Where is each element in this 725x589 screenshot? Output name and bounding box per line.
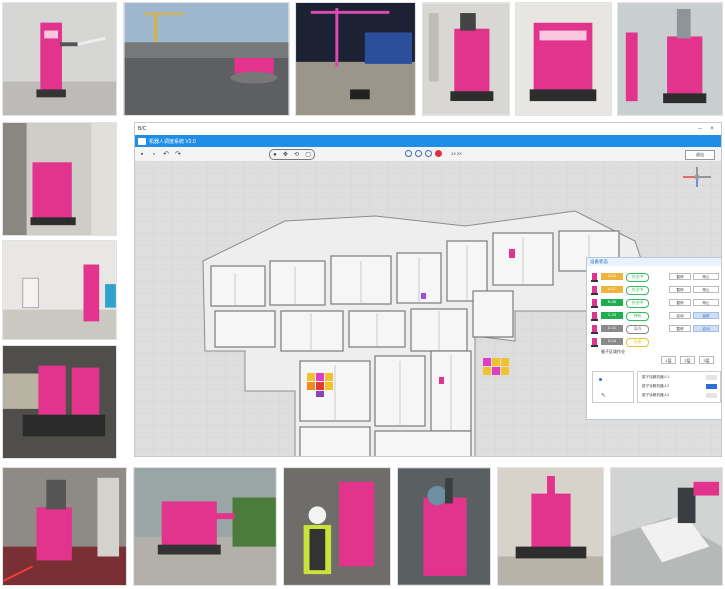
robot-icon bbox=[591, 312, 598, 321]
photo-robot-outdoor bbox=[133, 467, 277, 586]
folder-icon[interactable]: ▪ bbox=[137, 150, 147, 158]
view-3d-icon[interactable]: ● bbox=[273, 152, 277, 158]
robot-status-row: A-17 作业中 暂停 停止 bbox=[587, 283, 721, 297]
photo-robot-boxed bbox=[515, 2, 612, 116]
toolbar: ▪ ▫ ↶ ↷ ● ✥ ⟲ ▢ 1X 2X 退出 bbox=[135, 147, 721, 162]
robot-status-row: B-08 作业中 暂停 停止 bbox=[587, 296, 721, 310]
app-header: 机器人调度系统 V2.0 bbox=[135, 135, 721, 147]
play-button[interactable] bbox=[415, 150, 422, 157]
robot-marker-1[interactable] bbox=[509, 249, 515, 258]
position-pane[interactable]: ↖ bbox=[592, 371, 634, 403]
view-fit-icon[interactable]: ▢ bbox=[305, 151, 311, 158]
photo-robot-spray-wall bbox=[2, 2, 117, 116]
undo-icon[interactable]: ↶ bbox=[161, 150, 171, 158]
robot-status-row: D-11 离线 暂停 启动 bbox=[587, 322, 721, 336]
photo-robot-platform bbox=[497, 467, 604, 586]
robot-action-button[interactable]: 启动 bbox=[669, 312, 691, 319]
robot-name: B-08 bbox=[601, 299, 623, 306]
robot-secondary-button[interactable]: 启动 bbox=[693, 325, 719, 332]
robot-name: C-03 bbox=[601, 312, 623, 319]
photo-construction-site-sunset bbox=[123, 2, 290, 116]
window-title: B/C bbox=[138, 126, 147, 132]
robot-secondary-button[interactable]: 停止 bbox=[693, 299, 719, 306]
robot-icon bbox=[591, 338, 598, 347]
robot-secondary-button[interactable]: 停止 bbox=[693, 286, 719, 293]
route-label: 腻子涂敷机器人1 bbox=[642, 375, 670, 379]
robot-status-badge: 作业中 bbox=[626, 286, 649, 295]
route-toggle-button[interactable] bbox=[706, 384, 717, 389]
robot-action-button[interactable]: 暂停 bbox=[669, 299, 691, 306]
record-button[interactable] bbox=[435, 150, 442, 157]
robot-dispatch-window: B/C – × 机器人调度系统 V2.0 ▪ ▫ ↶ ↷ ● ✥ ⟲ ▢ 1X … bbox=[134, 122, 722, 457]
rewind-button[interactable] bbox=[405, 150, 412, 157]
route-toggle-button[interactable] bbox=[706, 393, 717, 398]
panel-title: 设备状态 bbox=[587, 258, 721, 266]
photo-robot-arm-closeup bbox=[397, 467, 491, 586]
robot-name: A-12 bbox=[601, 273, 623, 280]
robot-status-badge: 待机 bbox=[626, 312, 649, 321]
robot-name: A-17 bbox=[601, 286, 623, 293]
photo-robot-tiling bbox=[610, 467, 723, 586]
cursor-icon: ↖ bbox=[601, 393, 607, 399]
photo-crane-site bbox=[295, 2, 416, 116]
robot-icon bbox=[591, 286, 598, 295]
robot-secondary-button[interactable]: 停止 bbox=[693, 273, 719, 280]
robot-status-row: A-12 作业中 暂停 停止 bbox=[587, 270, 721, 284]
save-icon[interactable]: ▫ bbox=[149, 150, 159, 158]
photo-robot-laser-floor bbox=[2, 467, 127, 586]
robot-status-badge: 充电 bbox=[626, 338, 649, 347]
position-dot-icon bbox=[599, 378, 602, 381]
photo-robot-room bbox=[2, 240, 117, 340]
view-mode-control: ● ✥ ⟲ ▢ bbox=[269, 149, 315, 160]
robot-icon bbox=[591, 325, 598, 334]
zone-work-label: 腻子区域作业 bbox=[601, 349, 625, 354]
exit-button[interactable]: 退出 bbox=[685, 150, 715, 160]
robot-status-row: D-14 充电 bbox=[587, 335, 721, 349]
robot-action-button[interactable]: 暂停 bbox=[669, 325, 691, 332]
route-list: 腻子涂敷机器人1 腻子涂敷机器人2 腻子涂敷机器人3 bbox=[637, 371, 721, 403]
route-label: 腻子涂敷机器人3 bbox=[642, 393, 670, 397]
photo-robot-arm-mast bbox=[617, 2, 723, 116]
robot-marker-2[interactable] bbox=[421, 293, 426, 299]
photo-worker-with-robot bbox=[283, 467, 391, 586]
robot-status-badge: 作业中 bbox=[626, 273, 649, 282]
route-label: 腻子涂敷机器人2 bbox=[642, 384, 670, 388]
photo-robot-corridor bbox=[2, 122, 117, 236]
robot-icon bbox=[591, 299, 598, 308]
app-logo-icon bbox=[138, 137, 146, 145]
app-name: 机器人调度系统 V2.0 bbox=[149, 138, 196, 145]
redo-icon[interactable]: ↷ bbox=[173, 150, 183, 158]
floor-select-button[interactable]: 2层 bbox=[680, 356, 695, 364]
route-toggle-button[interactable] bbox=[706, 375, 717, 380]
device-status-panel: 设备状态 A-12 作业中 暂停 停止 A-17 作业中 暂停 停止 B-08 作业中 暂停 停止 C-… bbox=[586, 257, 721, 420]
robot-marker-3[interactable] bbox=[439, 377, 444, 384]
floor-select-button[interactable]: 1层 bbox=[661, 356, 676, 364]
robot-name: D-11 bbox=[601, 325, 623, 332]
close-button[interactable]: × bbox=[706, 126, 718, 132]
robot-action-button[interactable]: 暂停 bbox=[669, 286, 691, 293]
minimize-button[interactable]: – bbox=[694, 126, 706, 132]
view-move-icon[interactable]: ✥ bbox=[283, 151, 288, 158]
photo-robots-pallets bbox=[2, 345, 117, 459]
playback-controls: 1X 2X bbox=[405, 150, 462, 157]
robot-icon bbox=[591, 273, 598, 282]
photo-robot-charging bbox=[422, 2, 510, 116]
robot-status-badge: 作业中 bbox=[626, 299, 649, 308]
robot-name: D-14 bbox=[601, 338, 623, 345]
robot-secondary-button[interactable]: 返航 bbox=[693, 312, 719, 319]
window-titlebar: B/C – × bbox=[135, 123, 721, 135]
robot-action-button[interactable]: 暂停 bbox=[669, 273, 691, 280]
robot-status-badge: 离线 bbox=[626, 325, 649, 334]
robot-status-row: C-03 待机 启动 返航 bbox=[587, 309, 721, 323]
floor-select-button[interactable]: 3层 bbox=[699, 356, 714, 364]
view-rotate-icon[interactable]: ⟲ bbox=[294, 151, 299, 158]
speed-selector[interactable]: 1X 2X bbox=[451, 151, 462, 156]
pause-button[interactable] bbox=[425, 150, 432, 157]
